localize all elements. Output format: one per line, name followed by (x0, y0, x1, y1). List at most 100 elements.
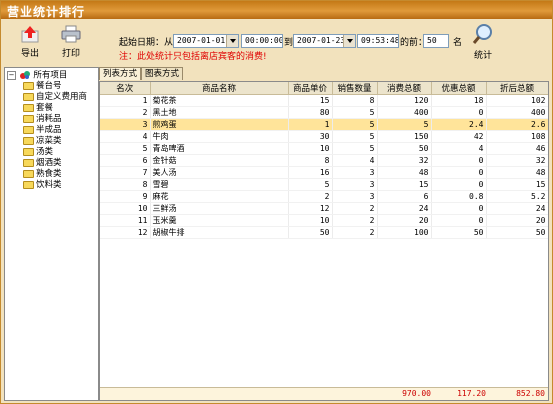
table-cell: 7 (100, 166, 151, 179)
table-cell: 150 (377, 130, 432, 143)
table-row[interactable]: 10 三鲜汤 12 2 24 0 24 (100, 202, 548, 215)
tree-item-label: 半成品 (36, 125, 62, 135)
table-cell: 10 (100, 202, 151, 215)
ranking-table[interactable]: 名次 商品名称 商品单价 销售数量 消费总额 优惠总额 折后总额 1 菊花茶 15 8 120 18 1… (99, 81, 549, 401)
table-row[interactable]: 11 玉米羹 10 2 20 0 20 (100, 214, 548, 227)
column-header[interactable]: 消费总额 (377, 82, 432, 95)
column-header[interactable]: 折后总额 (486, 82, 548, 95)
table-cell: 玉米羹 (150, 214, 289, 227)
table-cell: 0 (431, 202, 487, 215)
table-row[interactable]: 1 菊花茶 15 8 120 18 102 (100, 94, 548, 107)
title-bar[interactable]: 营业统计排行 (1, 1, 552, 19)
start-date-value: 2007-01-01 (177, 36, 226, 45)
folder-icon (23, 81, 34, 90)
table-cell: 2.4 (431, 118, 487, 131)
total-net: 852.80 (516, 389, 545, 398)
tab-chart-view[interactable]: 图表方式 (141, 67, 184, 80)
table-cell: 108 (486, 130, 548, 143)
tree-item[interactable]: 餐台号 (23, 81, 62, 92)
table-cell: 10 (288, 142, 333, 155)
tree-item[interactable]: 熟食类 (23, 169, 62, 180)
table-row[interactable]: 12 胡椒牛排 50 2 100 50 50 (100, 226, 548, 239)
table-row[interactable]: 9 麻花 2 3 6 0.8 5.2 (100, 190, 548, 203)
end-time-field[interactable]: 09:53:48 (357, 34, 399, 48)
table-cell: 2.6 (486, 118, 548, 131)
table-cell: 5 (100, 142, 151, 155)
tree-item[interactable]: 套餐 (23, 103, 53, 114)
start-date-field[interactable]: 2007-01-01 (173, 34, 239, 48)
table-cell: 24 (377, 202, 432, 215)
tree-item[interactable]: 汤类 (23, 147, 53, 158)
table-cell: 400 (486, 106, 548, 119)
magnifier-icon (472, 24, 492, 44)
table-cell: 100 (377, 226, 432, 239)
column-header[interactable]: 商品单价 (288, 82, 333, 95)
tree-item[interactable]: 消耗品 (23, 114, 62, 125)
table-cell: 15 (486, 178, 548, 191)
column-header[interactable]: 商品名称 (150, 82, 289, 95)
tree-item[interactable]: 凉菜类 (23, 136, 62, 147)
table-cell: 0.8 (431, 190, 487, 203)
tree-root[interactable]: − 所有项目 (7, 70, 67, 81)
table-cell: 金针菇 (150, 154, 289, 167)
print-button[interactable]: 打印 (56, 25, 86, 59)
tree-item[interactable]: 烟酒类 (23, 158, 62, 169)
notice-text: 注：此处统计只包括离店宾客的消费! (119, 52, 267, 62)
end-date-value: 2007-01-23 (297, 36, 346, 45)
table-cell: 黑土地 (150, 106, 289, 119)
end-time-value: 09:53:48 (361, 36, 399, 45)
table-row[interactable]: 3 煎鸡蛋 1 5 5 2.4 2.6 (100, 118, 548, 131)
table-cell: 48 (377, 166, 432, 179)
category-icon (19, 71, 30, 79)
collapse-icon[interactable]: − (7, 70, 16, 80)
folder-icon (23, 125, 34, 134)
table-cell: 美人汤 (150, 166, 289, 179)
table-row[interactable]: 8 雪碧 5 3 15 0 15 (100, 178, 548, 191)
table-cell: 15 (288, 94, 333, 107)
folder-icon (23, 114, 34, 123)
column-header[interactable]: 优惠总额 (431, 82, 487, 95)
chevron-down-icon[interactable] (343, 35, 355, 47)
table-cell: 12 (288, 202, 333, 215)
table-row[interactable]: 2 黑土地 80 5 400 0 400 (100, 106, 548, 119)
tab-list-view[interactable]: 列表方式 (99, 67, 142, 80)
folder-icon (23, 180, 34, 189)
tree-item[interactable]: 自定义费用商 (23, 92, 87, 103)
table-header: 名次 商品名称 商品单价 销售数量 消费总额 优惠总额 折后总额 (100, 82, 548, 95)
end-date-field[interactable]: 2007-01-23 (293, 34, 356, 48)
table-cell: 20 (377, 214, 432, 227)
table-row[interactable]: 5 青岛啤酒 10 5 50 4 46 (100, 142, 548, 155)
column-header[interactable]: 名次 (100, 82, 151, 95)
table-cell: 煎鸡蛋 (150, 118, 289, 131)
tree-item[interactable]: 半成品 (23, 125, 62, 136)
stats-button[interactable]: 统计 (469, 23, 497, 61)
tree-item-label: 套餐 (36, 103, 54, 113)
start-time-field[interactable]: 00:00:00 (241, 34, 283, 48)
table-row[interactable]: 7 美人汤 16 3 48 0 48 (100, 166, 548, 179)
table-cell: 6 (377, 190, 432, 203)
table-cell: 3 (332, 166, 378, 179)
table-cell: 400 (377, 106, 432, 119)
table-cell: 5 (332, 106, 378, 119)
table-cell: 50 (486, 226, 548, 239)
table-cell: 6 (100, 154, 151, 167)
top-n-input[interactable]: 50 (423, 34, 449, 48)
category-tree[interactable]: − 所有项目 餐台号 自定义费用商 套餐 消耗品 半成品 凉菜类 汤类 烟酒类 熟食类 饮料类 (4, 67, 99, 401)
tree-item[interactable]: 饮料类 (23, 180, 62, 191)
chevron-down-icon[interactable] (226, 35, 238, 47)
table-cell: 2 (332, 214, 378, 227)
folder-icon (23, 169, 34, 178)
table-cell: 42 (431, 130, 487, 143)
export-button[interactable]: 导出 (15, 25, 45, 59)
tree-item-label: 饮料类 (36, 180, 62, 190)
table-row[interactable]: 6 金针菇 8 4 32 0 32 (100, 154, 548, 167)
table-cell: 8 (332, 94, 378, 107)
table-row[interactable]: 4 牛肉 30 5 150 42 108 (100, 130, 548, 143)
table-cell: 50 (288, 226, 333, 239)
column-header[interactable]: 销售数量 (332, 82, 378, 95)
table-cell: 0 (431, 178, 487, 191)
folder-icon (23, 158, 34, 167)
tree-item-label: 消耗品 (36, 114, 62, 124)
start-date-label: 起始日期：从 (119, 38, 174, 48)
stats-label: 统计 (473, 51, 492, 61)
